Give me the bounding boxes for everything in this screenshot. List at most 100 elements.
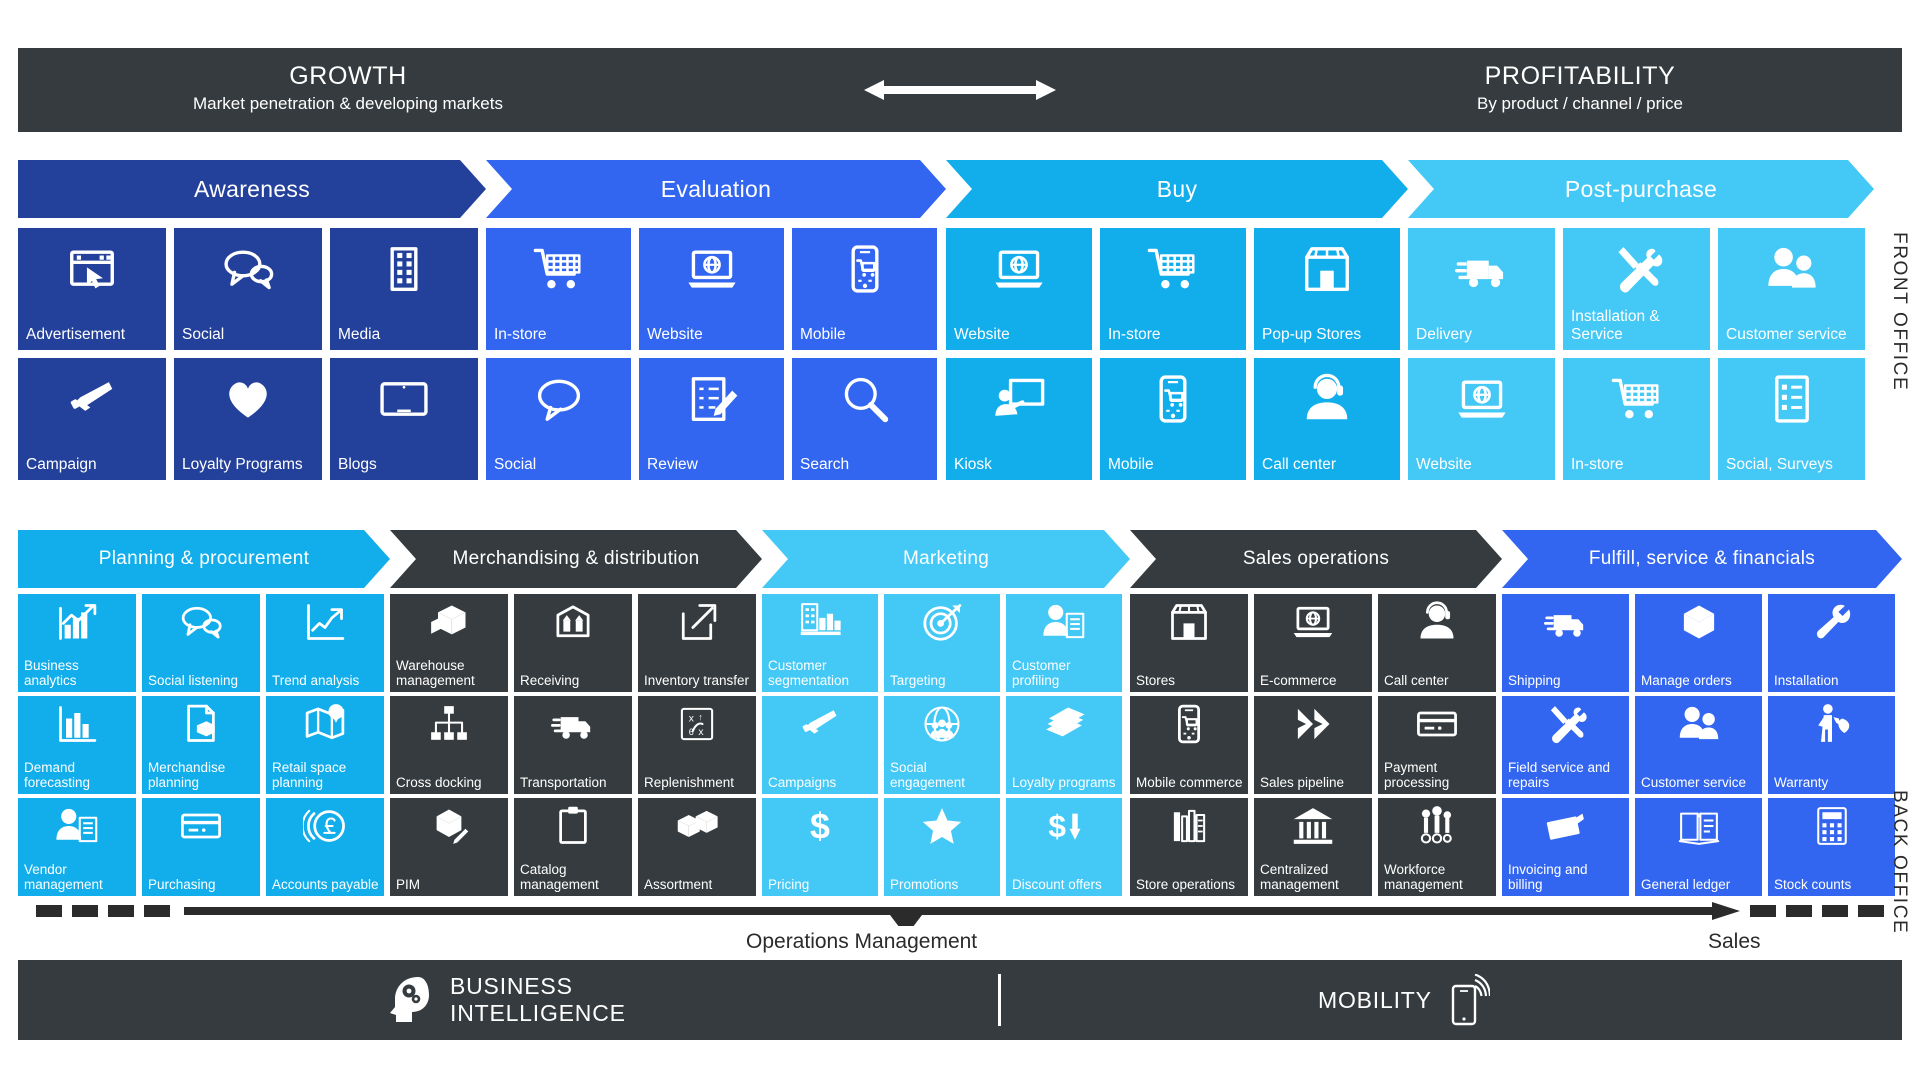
tile-label: In-store — [1108, 326, 1161, 343]
tile-field-service-and-repairs[interactable]: Field service and repairs — [1502, 696, 1629, 794]
tile-inventory-transfer[interactable]: Inventory transfer — [638, 594, 756, 692]
stage-header-awareness[interactable]: Awareness — [18, 160, 486, 218]
tile-search[interactable]: Search — [792, 358, 937, 480]
tile-customer-profiling[interactable]: Customer profiling — [1006, 594, 1122, 692]
tile-payment-processing[interactable]: Payment processing — [1378, 696, 1496, 794]
tile-in-store[interactable]: In-store — [1100, 228, 1246, 350]
tile-trend-analysis[interactable]: Trend analysis — [266, 594, 384, 692]
back-office-stage-headers: Planning & procurement Merchandising & di… — [18, 530, 1902, 588]
growth-block: GROWTH Market penetration & developing m… — [78, 61, 618, 117]
tile-general-ledger[interactable]: General ledger — [1635, 798, 1762, 896]
tile-label: Campaigns — [768, 775, 837, 790]
tile-discount-offers[interactable]: $ Discount offers — [1006, 798, 1122, 896]
tile-manage-orders[interactable]: Manage orders — [1635, 594, 1762, 692]
segmentation-icon — [762, 600, 878, 644]
phone-cart-icon — [1130, 702, 1248, 746]
tile-advertisement[interactable]: Advertisement — [18, 228, 166, 350]
browser-click-icon — [18, 242, 166, 296]
tile-in-store[interactable]: In-store — [1563, 358, 1710, 480]
tile-call-center[interactable]: Call center — [1254, 358, 1400, 480]
tile-centralized-management[interactable]: Centralized management — [1254, 798, 1372, 896]
stage-header-fulfill-service-financials[interactable]: Fulfill, service & financials — [1502, 530, 1902, 588]
stage-header-planning-procurement[interactable]: Planning & procurement — [18, 530, 390, 588]
tile-label: Social engagement — [890, 760, 966, 790]
tile-catalog-management[interactable]: Catalog management — [514, 798, 632, 896]
tile-demand-forecasting[interactable]: Demand forecasting — [18, 696, 136, 794]
tile-mobile[interactable]: Mobile — [792, 228, 937, 350]
tile-loyalty-programs[interactable]: Loyalty programs — [1006, 696, 1122, 794]
tile-website[interactable]: Website — [639, 228, 784, 350]
tile-warehouse-management[interactable]: Warehouse management — [390, 594, 508, 692]
tile-transportation[interactable]: Transportation — [514, 696, 632, 794]
tile-label: Campaign — [26, 456, 97, 473]
tile-label: Customer service — [1726, 326, 1847, 343]
tile-assortment[interactable]: Assortment — [638, 798, 756, 896]
tile-social[interactable]: Social — [174, 228, 322, 350]
tile-installation-service[interactable]: Installation & Service — [1563, 228, 1710, 350]
tile-merchandise-planning[interactable]: Merchandise planning — [142, 696, 260, 794]
stage-header-buy[interactable]: Buy — [946, 160, 1408, 218]
tile-blogs[interactable]: Blogs — [330, 358, 478, 480]
tile-promotions[interactable]: Promotions — [884, 798, 1000, 896]
tile-warranty[interactable]: Warranty — [1768, 696, 1895, 794]
tile-stock-counts[interactable]: Stock counts — [1768, 798, 1895, 896]
tile-label: Manage orders — [1641, 673, 1732, 688]
tile-installation[interactable]: Installation — [1768, 594, 1895, 692]
tile-retail-space-planning[interactable]: Retail space planning — [266, 696, 384, 794]
tile-in-store[interactable]: In-store — [486, 228, 631, 350]
tile-stores[interactable]: Stores — [1130, 594, 1248, 692]
tile-customer-service[interactable]: Customer service — [1635, 696, 1762, 794]
tile-mobile[interactable]: Mobile — [1100, 358, 1246, 480]
tile-pop-up-stores[interactable]: Pop-up Stores — [1254, 228, 1400, 350]
tile-shipping[interactable]: Shipping — [1502, 594, 1629, 692]
tile-replenishment[interactable]: x ↑ 6 x Replenishment — [638, 696, 756, 794]
laptop-globe-icon — [1254, 600, 1372, 644]
stage-header-post-purchase[interactable]: Post-purchase — [1408, 160, 1874, 218]
tile-cross-docking[interactable]: Cross docking — [390, 696, 508, 794]
laptop-globe-icon — [946, 242, 1092, 296]
tile-website[interactable]: Website — [946, 228, 1092, 350]
tile-pricing[interactable]: $ Pricing — [762, 798, 878, 896]
profitability-block: PROFITABILITY By product / channel / pri… — [1310, 61, 1850, 117]
tile-sales-pipeline[interactable]: Sales pipeline — [1254, 696, 1372, 794]
tile-vendor-management[interactable]: Vendor management — [18, 798, 136, 896]
tile-kiosk[interactable]: Kiosk — [946, 358, 1092, 480]
tile-workforce-management[interactable]: Workforce management — [1378, 798, 1496, 896]
tile-media[interactable]: Media — [330, 228, 478, 350]
tile-label: Assortment — [644, 877, 713, 892]
tile-loyalty-programs[interactable]: Loyalty Programs — [174, 358, 322, 480]
replenish-grid-icon: x ↑ 6 x — [638, 702, 756, 746]
tile-social[interactable]: Social — [486, 358, 631, 480]
tile-accounts-payable[interactable]: Accounts payable — [266, 798, 384, 896]
stage-header-sales-operations[interactable]: Sales operations — [1130, 530, 1502, 588]
stage-header-merchandising-distribution[interactable]: Merchandising & distribution — [390, 530, 762, 588]
map-pin-icon — [266, 702, 384, 746]
tile-review[interactable]: Review — [639, 358, 784, 480]
tile-pim[interactable]: PIM — [390, 798, 508, 896]
tile-campaign[interactable]: Campaign — [18, 358, 166, 480]
stage-header-label: Awareness — [193, 175, 311, 202]
hierarchy-icon — [390, 702, 508, 746]
tablet-icon — [330, 372, 478, 426]
tile-call-center[interactable]: Call center — [1378, 594, 1496, 692]
tile-mobile-commerce[interactable]: Mobile commerce — [1130, 696, 1248, 794]
tile-purchasing[interactable]: Purchasing — [142, 798, 260, 896]
tile-campaigns[interactable]: Campaigns — [762, 696, 878, 794]
tile-receiving[interactable]: Receiving — [514, 594, 632, 692]
tile-customer-service[interactable]: Customer service — [1718, 228, 1865, 350]
tile-business-analytics[interactable]: Business analytics — [18, 594, 136, 692]
stage-header-evaluation[interactable]: Evaluation — [486, 160, 946, 218]
tile-store-operations[interactable]: Store operations — [1130, 798, 1248, 896]
tile-social-surveys[interactable]: Social, Surveys — [1718, 358, 1865, 480]
tile-website[interactable]: Website — [1408, 358, 1555, 480]
stage-header-marketing[interactable]: Marketing — [762, 530, 1130, 588]
tile-customer-segmentation[interactable]: Customer segmentation — [762, 594, 878, 692]
tile-delivery[interactable]: Delivery — [1408, 228, 1555, 350]
tile-invoicing-and-billing[interactable]: Invoicing and billing — [1502, 798, 1629, 896]
tile-label: Social, Surveys — [1726, 456, 1833, 473]
mobility-block: MOBILITY — [1318, 974, 1490, 1026]
tile-social-listening[interactable]: Social listening — [142, 594, 260, 692]
tile-e-commerce[interactable]: E-commerce — [1254, 594, 1372, 692]
tile-social-engagement[interactable]: Social engagement — [884, 696, 1000, 794]
tile-targeting[interactable]: Targeting — [884, 594, 1000, 692]
